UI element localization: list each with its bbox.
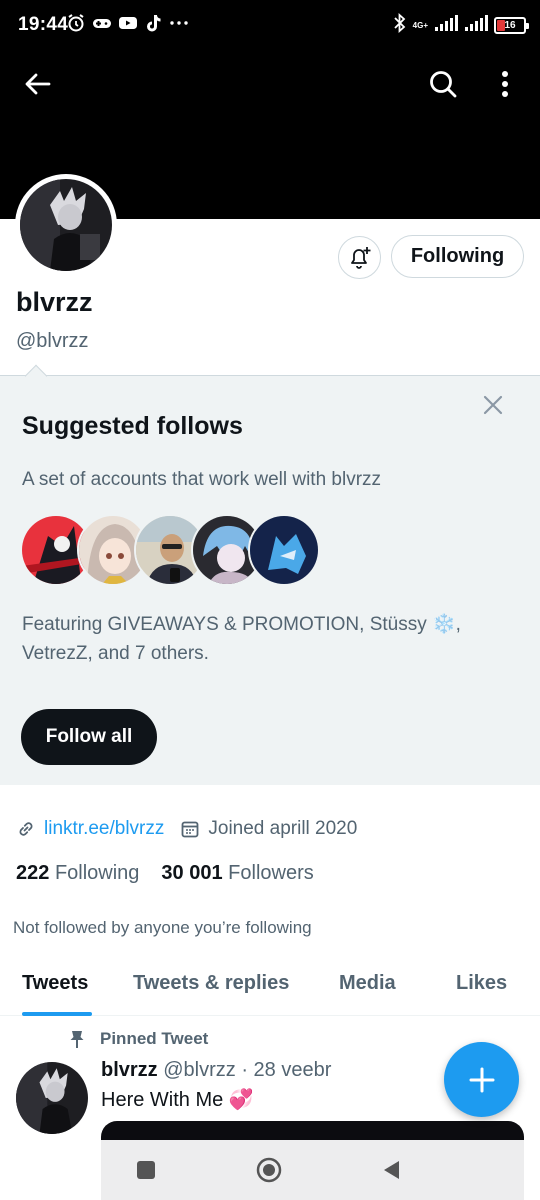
profile-avatar-image (20, 179, 112, 271)
back-arrow-icon (25, 73, 51, 95)
suggested-follows-title: Suggested follows (22, 412, 243, 440)
follow-all-button[interactable]: Follow all (21, 709, 157, 765)
profile-tabs: Tweets Tweets & replies Media Likes (0, 952, 540, 1016)
youtube-icon (118, 13, 138, 38)
status-bar: 19:44 4G+ 16 (0, 0, 540, 50)
battery-level: 16 (504, 20, 516, 31)
signal-icon-2 (464, 13, 488, 38)
tweet-author-avatar[interactable] (16, 1062, 88, 1134)
suggested-featuring-text: Featuring GIVEAWAYS & PROMOTION, Stüssy … (22, 614, 461, 664)
tweet-author-name[interactable]: blvrzz (101, 1059, 158, 1081)
plus-icon (469, 1067, 494, 1092)
status-system-icons: 4G+ 16 (393, 12, 529, 39)
bluetooth-icon (393, 12, 407, 39)
tab-media[interactable]: Media (339, 972, 396, 995)
game-controller-icon (92, 13, 112, 38)
not-followed-note: Not followed by anyone you’re following (13, 918, 312, 937)
follow-counts: 222 Following 30 001 Followers (16, 862, 314, 885)
pinned-tweet-label: Pinned Tweet (68, 1029, 208, 1049)
back-button[interactable] (12, 58, 64, 110)
tab-tweets-replies[interactable]: Tweets & replies (133, 972, 289, 995)
circle-icon (256, 1157, 282, 1183)
network-type-label: 4G+ (412, 20, 428, 30)
followers-count-link[interactable]: 30 001 Followers (161, 862, 313, 885)
signal-icon (434, 13, 458, 38)
vertical-dots-icon (502, 71, 508, 97)
profile-meta: linktr.ee/blvrzz Joined aprill 2020 (16, 818, 357, 840)
home-button[interactable] (253, 1154, 285, 1186)
calendar-icon (180, 819, 200, 839)
following-count-link[interactable]: 222 Following (16, 862, 139, 885)
search-button[interactable] (417, 58, 469, 110)
alarm-icon (66, 13, 86, 38)
more-options-button[interactable] (479, 58, 531, 110)
triangle-back-icon (384, 1161, 399, 1179)
tweet-date: · 28 veebr (241, 1059, 332, 1081)
close-icon (483, 395, 503, 415)
tiktok-icon (144, 13, 162, 38)
suggested-follows-panel: Suggested follows A set of accounts that… (0, 364, 540, 785)
link-icon (16, 819, 36, 839)
joined-date: Joined aprill 2020 (208, 818, 358, 839)
suggested-avatars[interactable] (20, 514, 320, 586)
recents-button[interactable] (130, 1154, 162, 1186)
dismiss-suggestions-button[interactable] (478, 390, 508, 420)
suggested-avatar-5[interactable] (248, 514, 320, 586)
profile-avatar[interactable] (15, 174, 117, 276)
square-icon (137, 1161, 155, 1179)
pin-icon (70, 1031, 84, 1048)
battery-icon: 16 (494, 17, 529, 34)
back-nav-button[interactable] (375, 1154, 407, 1186)
system-navigation-bar (0, 1140, 540, 1200)
status-time: 19:44 (18, 14, 69, 35)
compose-tweet-button[interactable] (444, 1042, 519, 1117)
active-tab-indicator (22, 1012, 92, 1016)
profile-handle: @blvrzz (16, 330, 89, 352)
more-notifications-icon (168, 13, 190, 38)
notifications-button[interactable] (338, 236, 381, 279)
following-button[interactable]: Following (391, 235, 524, 278)
status-notification-icons (66, 13, 190, 38)
search-icon (430, 71, 457, 98)
tab-tweets[interactable]: Tweets (22, 972, 88, 995)
tab-likes[interactable]: Likes (456, 972, 507, 995)
profile-link[interactable]: linktr.ee/blvrzz (44, 818, 164, 840)
tweet-author-handle: @blvrzz (163, 1059, 236, 1081)
tweet-header: blvrzz @blvrzz · 28 veebr (101, 1059, 331, 1082)
bell-plus-icon (350, 246, 370, 269)
profile-display-name: blvrzz (16, 287, 93, 317)
suggested-follows-subtitle: A set of accounts that work well with bl… (22, 469, 382, 490)
tweet-text: Here With Me 💞 (101, 1089, 254, 1111)
